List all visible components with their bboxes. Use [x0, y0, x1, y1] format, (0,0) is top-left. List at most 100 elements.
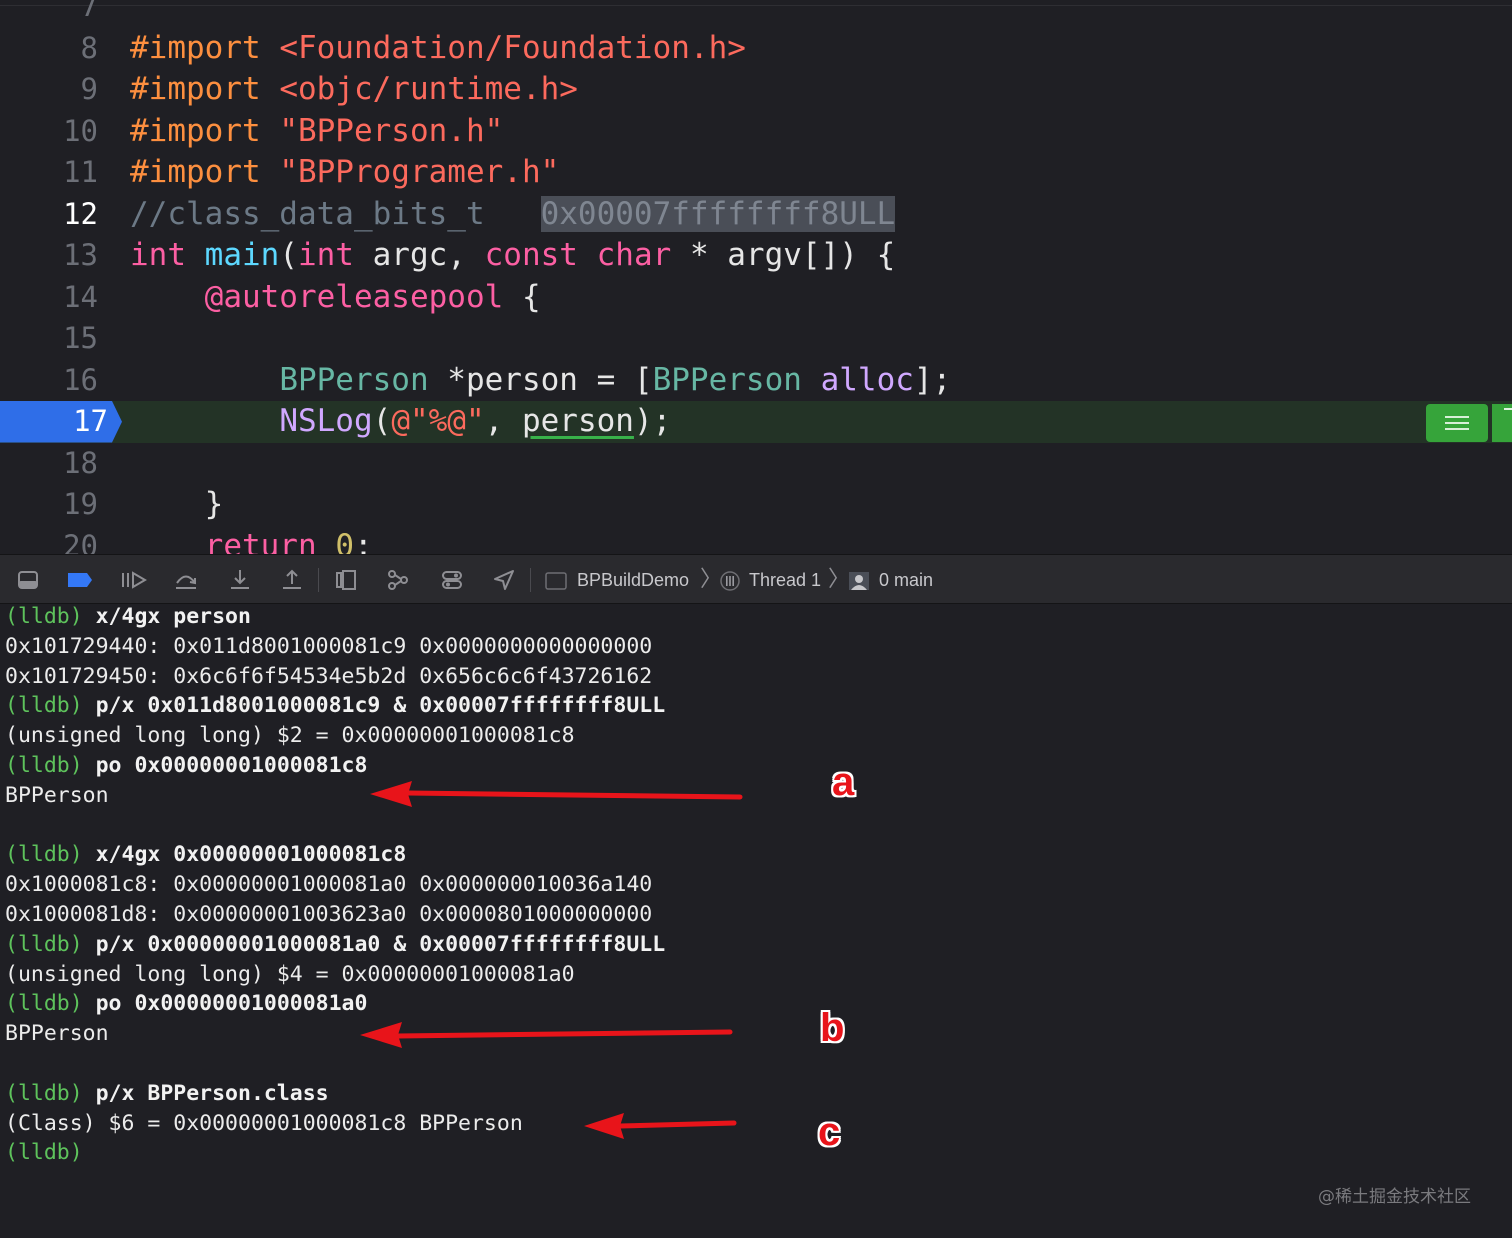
code-token: alloc [820, 361, 914, 398]
code-line[interactable]: 10 #import "BPPerson.h" [0, 111, 1512, 153]
instruction-pointer-badge[interactable] [1426, 404, 1488, 442]
line-number[interactable]: 13 [0, 235, 112, 277]
lldb-prompt: (lldb) [5, 931, 96, 957]
code-text: @autoreleasepool { [130, 277, 541, 319]
code-token: @"%@" [391, 403, 485, 439]
code-token: 0 [335, 527, 354, 555]
environment-overrides-button[interactable] [440, 568, 464, 592]
annotation-label-a: a [832, 760, 855, 804]
stack-frame-user-icon [849, 572, 869, 590]
lldb-command: x/4gx 0x00000001000081c8 [95, 842, 407, 868]
lldb-output: (unsigned long long) $2 = 0x000000010000… [5, 723, 575, 749]
console-output-line: BPPerson [5, 781, 109, 811]
code-token: #import [130, 71, 280, 107]
annotation-arrow-b [360, 1022, 733, 1048]
lldb-output: 0x101729450: 0x6c6f6f54534e5b2d 0x656c6c… [5, 663, 653, 689]
annotation-label-c: c [818, 1110, 841, 1154]
debug-bar: BPBuildDemo 〉 Thread 1 〉 0 main [0, 554, 1512, 604]
code-text: #import "BPPerson.h" [130, 111, 503, 153]
code-token: person [521, 403, 634, 439]
breakpoints-toggle-button[interactable] [66, 568, 94, 592]
code-token: @autoreleasepool [204, 278, 504, 315]
console-output-line: 0x101729440: 0x011d8001000081c9 0x000000… [5, 632, 652, 662]
source-editor[interactable]: 7 8 #import <Foundation/Foundation.h> 9 #imp… [0, 0, 1512, 554]
code-line[interactable]: 7 [0, 0, 1512, 28]
line-number[interactable]: 20 [0, 526, 112, 555]
line-number[interactable]: 15 [0, 318, 112, 360]
code-token: * argv[]) { [671, 237, 896, 273]
console-command-line: (lldb) po 0x00000001000081a0 [5, 989, 367, 1019]
lldb-output: BPPerson [5, 782, 109, 808]
memory-graph-button[interactable] [386, 568, 410, 592]
hide-debug-area-button[interactable] [16, 568, 40, 592]
lines-icon [1445, 416, 1469, 430]
code-token: <Foundation/Foundation.h> [279, 29, 746, 66]
code-line[interactable]: 9 #import <objc/runtime.h> [0, 69, 1512, 111]
breadcrumb-thread[interactable]: Thread 1 [749, 567, 821, 593]
memory-graph-icon [388, 570, 408, 590]
code-line[interactable]: 17 NSLog(@"%@", person); [0, 401, 1512, 443]
code-line[interactable]: 19 } [0, 484, 1512, 526]
step-over-button[interactable] [174, 568, 198, 592]
console-output-line: 0x1000081c8: 0x00000001000081a0 0x000000… [5, 870, 652, 900]
lldb-console[interactable]: (lldb) x/4gx person 0x101729440: 0x011d80… [0, 604, 1512, 1238]
location-arrow-icon [494, 570, 514, 590]
code-line[interactable]: 11 #import "BPProgramer.h" [0, 152, 1512, 194]
code-line[interactable]: 16 BPPerson *person = [BPPerson alloc]; [0, 360, 1512, 402]
code-text: NSLog(@"%@", person); [130, 401, 671, 443]
code-token: *person = [ [428, 361, 653, 398]
code-token: BPPerson [279, 361, 429, 398]
line-number[interactable]: 9 [0, 69, 112, 111]
code-token: //class_data_bits_t [130, 195, 541, 232]
code-text: #import <objc/runtime.h> [130, 69, 578, 111]
code-line[interactable]: 15 [0, 318, 1512, 360]
code-token: #import [130, 154, 280, 190]
step-into-button[interactable] [228, 568, 252, 592]
line-number[interactable]: 7 [0, 0, 112, 28]
code-text: return 0; [130, 526, 373, 555]
lldb-output: 0x1000081c8: 0x00000001000081a0 0x000000… [5, 872, 653, 898]
code-line[interactable]: 14 @autoreleasepool { [0, 277, 1512, 319]
continue-button[interactable] [120, 568, 148, 592]
line-number[interactable]: 17 [0, 401, 122, 443]
line-number[interactable]: 8 [0, 28, 112, 70]
step-out-icon [283, 569, 301, 589]
code-line[interactable]: 8 #import <Foundation/Foundation.h> [0, 28, 1512, 70]
code-token: const char [484, 237, 672, 273]
code-token: #import [130, 112, 280, 149]
code-text: BPPerson *person = [BPPerson alloc]; [130, 360, 951, 402]
code-text: } [130, 484, 224, 526]
code-token: ; [353, 527, 373, 555]
code-text: //class_data_bits_t 0x00007ffffffff8ULL [130, 194, 896, 236]
code-line[interactable]: 18 [0, 443, 1512, 485]
line-number[interactable]: 14 [0, 277, 112, 319]
lldb-command: p/x 0x00000001000081a0 & 0x00007ffffffff… [95, 931, 666, 957]
step-into-icon [231, 570, 249, 589]
line-number[interactable]: 18 [0, 443, 112, 485]
code-line[interactable]: 12 //class_data_bits_t 0x00007ffffffff8UL… [0, 194, 1512, 236]
code-token: argc, [353, 237, 485, 273]
line-number[interactable]: 16 [0, 360, 112, 402]
lldb-output: BPPerson [5, 1021, 109, 1047]
breadcrumb-target[interactable]: BPBuildDemo [577, 567, 689, 593]
code-token: return [204, 527, 317, 555]
line-number[interactable]: 10 [0, 111, 112, 153]
code-line[interactable]: 20 return 0; [0, 526, 1512, 555]
thread-indicator-edge [1492, 404, 1512, 442]
code-token: <objc/runtime.h> [279, 71, 578, 107]
breadcrumb-frame[interactable]: 0 main [879, 567, 933, 593]
simulate-location-button[interactable] [492, 568, 516, 592]
annotation-label-b: b [820, 1006, 845, 1050]
code-line[interactable]: 13 int main(int argc, const char * argv[]… [0, 235, 1512, 277]
line-number[interactable]: 11 [0, 152, 112, 194]
line-number[interactable]: 19 [0, 484, 112, 526]
thread-icon [720, 571, 740, 591]
step-out-button[interactable] [280, 568, 304, 592]
line-number[interactable]: 12 [0, 194, 112, 236]
debug-view-hierarchy-button[interactable] [334, 568, 358, 592]
lldb-command: p/x 0x011d8001000081c9 & 0x00007ffffffff… [95, 693, 666, 719]
code-token: "BPPerson.h" [279, 112, 504, 149]
